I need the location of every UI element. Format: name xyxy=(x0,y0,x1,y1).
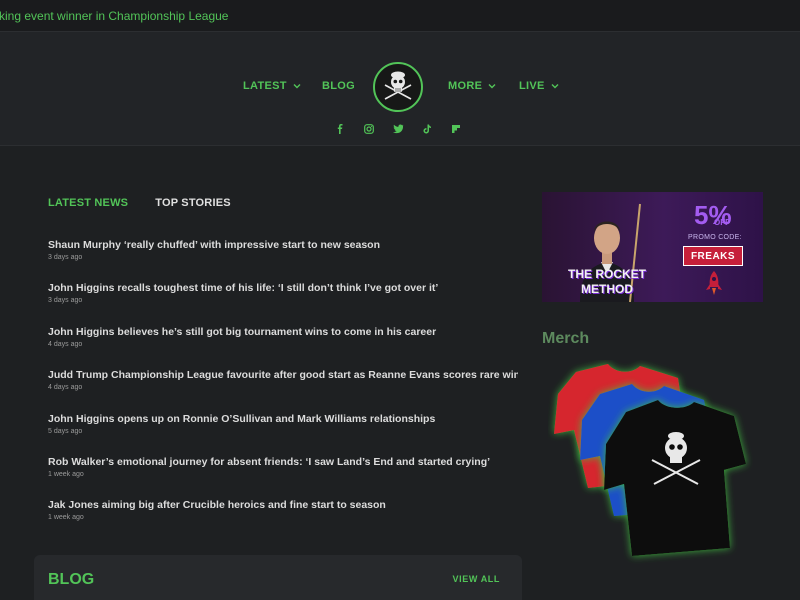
news-title[interactable]: Jak Jones aiming big after Crucible hero… xyxy=(48,499,518,512)
view-all-link[interactable]: VIEW ALL xyxy=(453,574,500,584)
news-title[interactable]: John Higgins recalls toughest time of hi… xyxy=(48,282,518,295)
nav-blog[interactable]: BLOG xyxy=(322,80,355,92)
tab-latest-news[interactable]: LATEST NEWS xyxy=(48,197,128,209)
news-ticker[interactable]: king event winner in Championship League xyxy=(0,0,800,32)
ad-headline-line2: METHOD xyxy=(581,282,633,296)
blog-section: BLOG VIEW ALL xyxy=(34,555,522,600)
news-timestamp: 5 days ago xyxy=(48,427,83,435)
social-links xyxy=(333,122,463,136)
nav-more-label: MORE xyxy=(448,80,483,92)
news-timestamp: 1 week ago xyxy=(48,470,84,478)
chevron-down-icon xyxy=(551,84,559,89)
chevron-down-icon xyxy=(293,84,301,89)
list-item[interactable]: Rob Walker’s emotional journey for absen… xyxy=(48,456,518,499)
ad-promo-label: PROMO CODE: xyxy=(688,234,742,241)
chevron-down-icon xyxy=(488,84,496,89)
flipboard-icon[interactable] xyxy=(449,122,463,136)
list-item[interactable]: Shaun Murphy ‘really chuffed’ with impre… xyxy=(48,239,518,282)
blog-heading: BLOG xyxy=(48,571,95,588)
nav-more[interactable]: MORE xyxy=(448,80,496,92)
ad-promo-code: FREAKS xyxy=(683,246,743,266)
ad-discount-off: OFF xyxy=(714,218,730,227)
news-title[interactable]: John Higgins believes he’s still got big… xyxy=(48,326,518,339)
news-timestamp: 3 days ago xyxy=(48,297,83,305)
list-item[interactable]: John Higgins believes he’s still got big… xyxy=(48,326,518,369)
nav-latest[interactable]: LATEST xyxy=(243,80,301,92)
nav-live[interactable]: LIVE xyxy=(519,80,559,92)
list-item[interactable]: John Higgins opens up on Ronnie O’Sulliv… xyxy=(48,413,518,456)
instagram-icon[interactable] xyxy=(362,122,376,136)
news-title[interactable]: Judd Trump Championship League favourite… xyxy=(48,369,518,382)
site-header: LATEST BLOG MORE LIVE xyxy=(0,32,800,146)
rocket-icon xyxy=(706,271,722,295)
list-item[interactable]: John Higgins recalls toughest time of hi… xyxy=(48,282,518,325)
news-list: Shaun Murphy ‘really chuffed’ with impre… xyxy=(48,239,518,543)
merch-heading: Merch xyxy=(542,330,590,347)
news-timestamp: 4 days ago xyxy=(48,340,83,348)
merch-tshirts-image[interactable] xyxy=(548,360,763,575)
news-title[interactable]: Shaun Murphy ‘really chuffed’ with impre… xyxy=(48,239,518,252)
news-timestamp: 4 days ago xyxy=(48,384,83,392)
nav-blog-label: BLOG xyxy=(322,80,355,92)
tiktok-icon[interactable] xyxy=(420,122,434,136)
tab-top-stories[interactable]: TOP STORIES xyxy=(155,197,231,209)
nav-latest-label: LATEST xyxy=(243,80,287,92)
promo-ad-banner[interactable]: THE ROCKET METHOD 5% OFF PROMO CODE: FRE… xyxy=(542,192,763,302)
news-title[interactable]: Rob Walker’s emotional journey for absen… xyxy=(48,456,518,469)
nav-live-label: LIVE xyxy=(519,80,545,92)
facebook-icon[interactable] xyxy=(333,122,347,136)
site-logo[interactable] xyxy=(373,62,423,112)
news-tabs: LATEST NEWS TOP STORIES xyxy=(48,197,231,209)
list-item[interactable]: Jak Jones aiming big after Crucible hero… xyxy=(48,499,518,542)
list-item[interactable]: Judd Trump Championship League favourite… xyxy=(48,369,518,412)
ticker-text[interactable]: king event winner in Championship League xyxy=(0,9,228,23)
skull-cues-logo-icon xyxy=(384,71,412,100)
twitter-icon[interactable] xyxy=(391,122,405,136)
news-timestamp: 3 days ago xyxy=(48,254,83,261)
news-title[interactable]: John Higgins opens up on Ronnie O’Sulliv… xyxy=(48,413,518,426)
ad-headline: THE ROCKET METHOD xyxy=(552,267,662,297)
ad-headline-line1: THE ROCKET xyxy=(568,267,646,281)
news-timestamp: 1 week ago xyxy=(48,514,84,522)
